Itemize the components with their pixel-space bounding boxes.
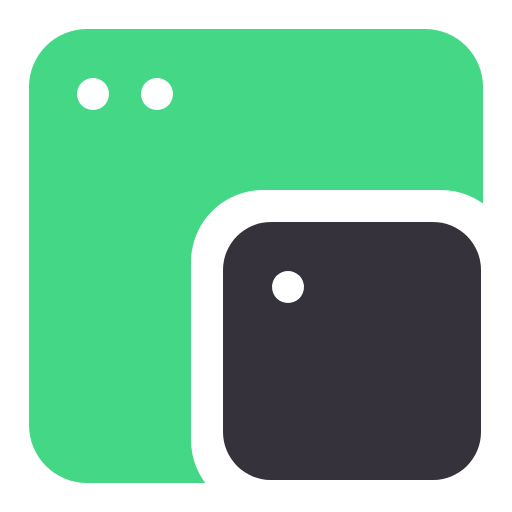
windows-icon bbox=[0, 0, 512, 512]
front-window-dot bbox=[272, 271, 304, 303]
back-window-dot-1 bbox=[77, 78, 109, 110]
front-window-icon bbox=[223, 222, 481, 480]
front-window bbox=[191, 190, 512, 512]
back-window-dot-2 bbox=[141, 78, 173, 110]
app-icon bbox=[0, 0, 512, 512]
